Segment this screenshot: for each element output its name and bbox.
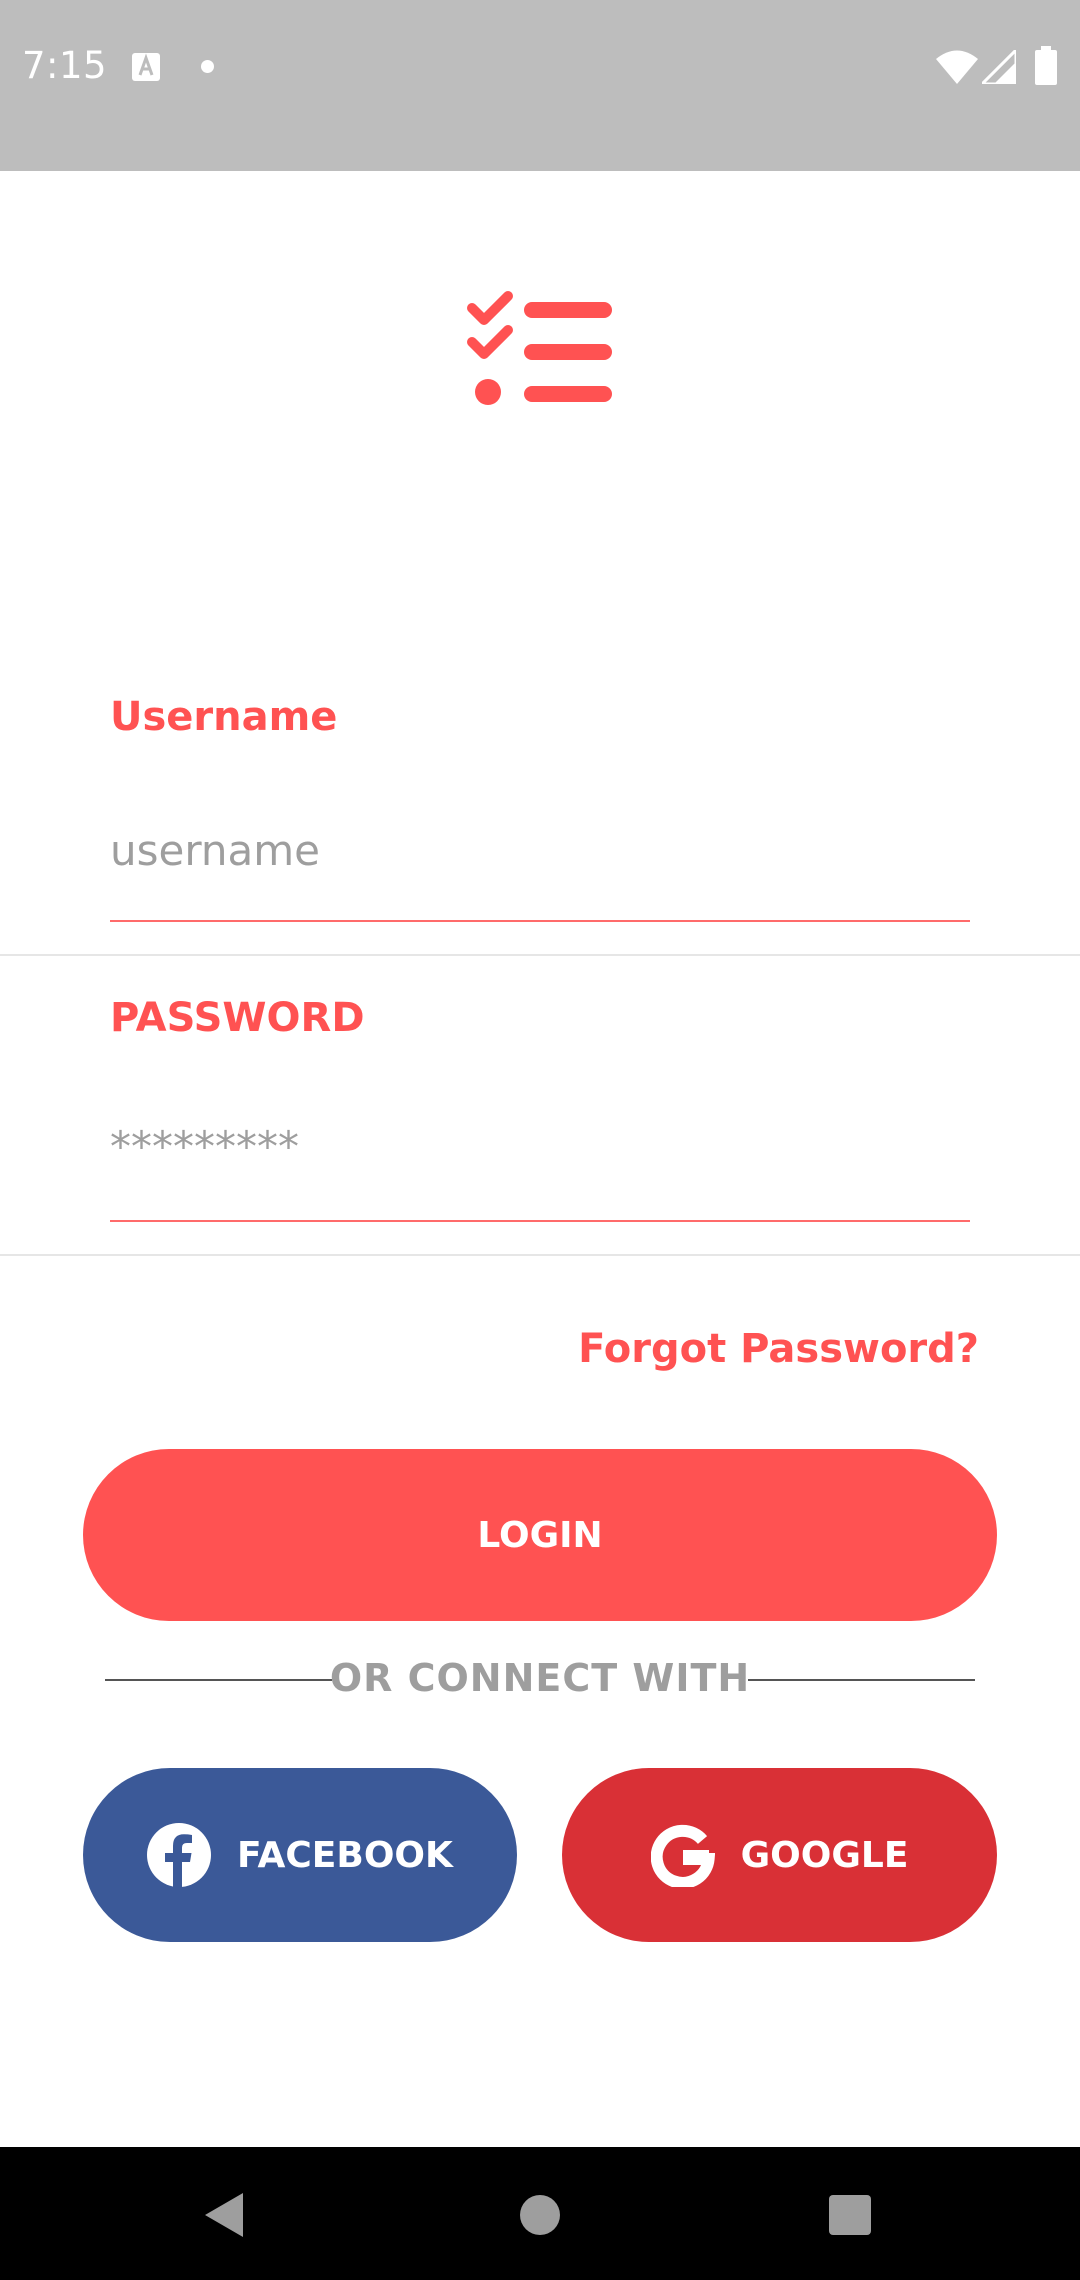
google-icon — [650, 1824, 715, 1887]
facebook-label: FACEBOOK — [237, 1834, 453, 1876]
section-divider — [0, 954, 1080, 956]
navigation-bar — [0, 2147, 1080, 2280]
forgot-password-link[interactable]: Forgot Password? — [578, 1326, 979, 1372]
password-label: PASSWORD — [110, 995, 365, 1041]
battery-icon — [1035, 46, 1057, 85]
or-connect-text: OR CONNECT WITH — [329, 1656, 751, 1700]
notification-dot-icon — [201, 60, 214, 73]
text-a-icon — [132, 53, 160, 81]
username-input[interactable] — [110, 815, 970, 885]
login-label: LOGIN — [477, 1514, 603, 1556]
password-underline — [110, 1220, 970, 1222]
wifi-icon — [936, 50, 978, 84]
recents-icon[interactable] — [829, 2195, 871, 2235]
checklist-icon — [467, 291, 612, 405]
google-button[interactable]: GOOGLE — [562, 1768, 997, 1942]
status-time: 7:15 — [22, 44, 108, 87]
back-icon[interactable] — [203, 2193, 245, 2237]
section-divider — [0, 1254, 1080, 1256]
login-button[interactable]: LOGIN — [83, 1449, 997, 1621]
home-icon[interactable] — [520, 2195, 560, 2235]
username-underline — [110, 920, 970, 922]
username-label: Username — [110, 694, 338, 740]
facebook-icon — [147, 1823, 212, 1887]
signal-icon — [982, 50, 1016, 84]
facebook-button[interactable]: FACEBOOK — [83, 1768, 517, 1942]
google-label: GOOGLE — [740, 1834, 909, 1876]
status-bar: 7:15 — [0, 0, 1080, 171]
password-input[interactable] — [110, 1111, 970, 1181]
